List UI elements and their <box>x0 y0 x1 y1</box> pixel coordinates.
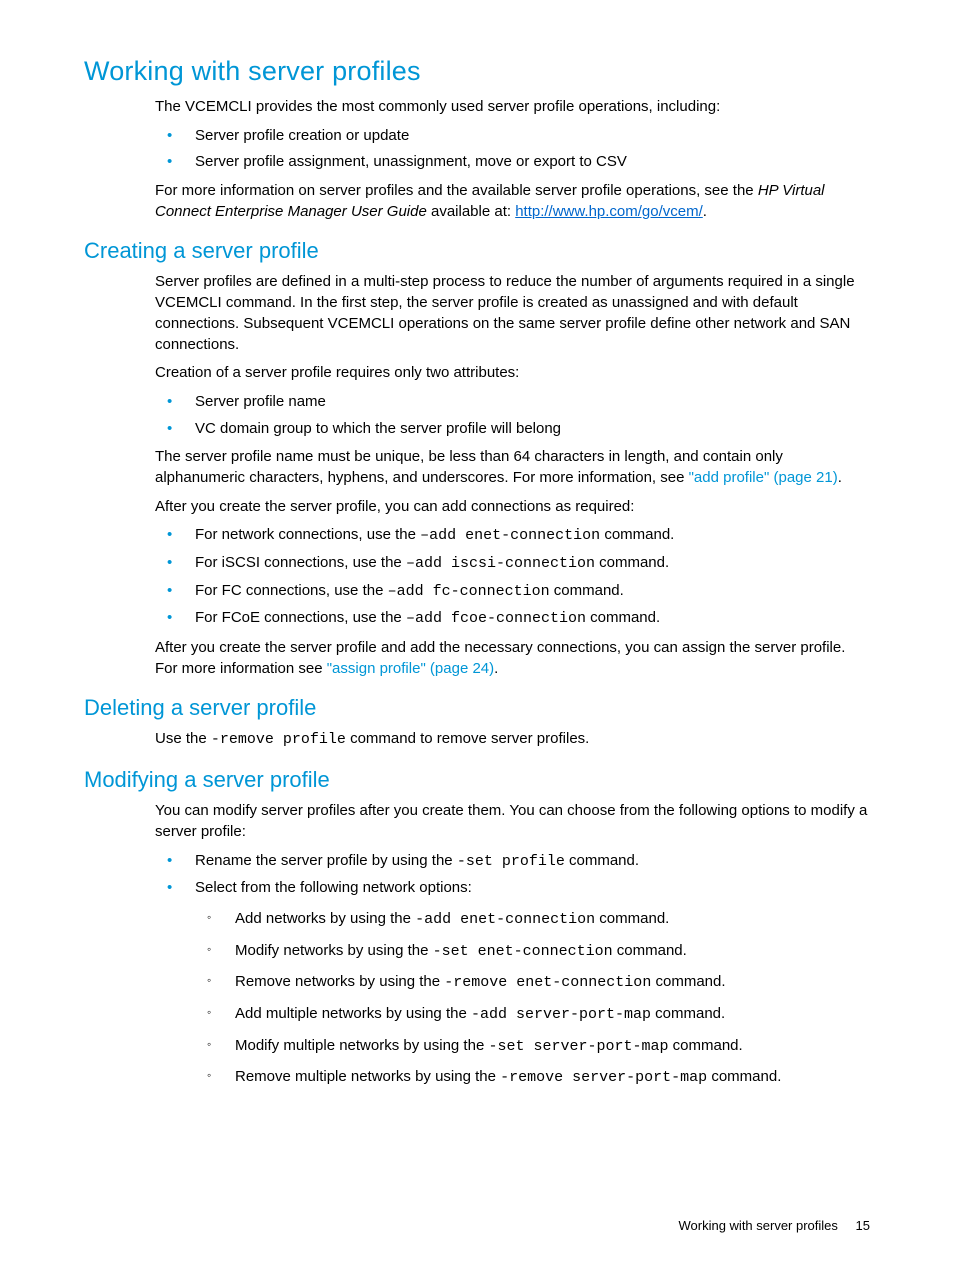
intro-bullets: Server profile creation or update Server… <box>155 126 870 173</box>
connection-bullets: For network connections, use the –add en… <box>155 525 870 630</box>
list-item: For FC connections, use the –add fc-conn… <box>155 581 870 603</box>
hp-vcem-link[interactable]: http://www.hp.com/go/vcem/ <box>515 203 703 220</box>
text: command to remove server profiles. <box>346 730 589 747</box>
text: Remove networks by using the <box>235 973 444 990</box>
text: . <box>703 203 707 220</box>
list-item: Server profile name <box>155 392 870 413</box>
deleting-heading: Deleting a server profile <box>84 695 870 721</box>
list-item: Remove networks by using the -remove ene… <box>195 972 870 994</box>
more-info: For more information on server profiles … <box>155 181 870 222</box>
list-item: For FCoE connections, use the –add fcoe-… <box>155 608 870 630</box>
modifying-heading: Modifying a server profile <box>84 767 870 793</box>
list-item: Rename the server profile by using the -… <box>155 851 870 873</box>
add-profile-xref[interactable]: "add profile" (page 21) <box>689 469 838 486</box>
list-item: For network connections, use the –add en… <box>155 525 870 547</box>
list-item: Remove multiple networks by using the -r… <box>195 1067 870 1089</box>
creating-attrs: Server profile name VC domain group to w… <box>155 392 870 439</box>
list-item: Add multiple networks by using the -add … <box>195 1004 870 1026</box>
command: -set enet-connection <box>433 943 613 960</box>
creating-heading: Creating a server profile <box>84 238 870 264</box>
page-number: 15 <box>856 1218 870 1233</box>
command: -add enet-connection <box>415 911 595 928</box>
network-options: Add networks by using the -add enet-conn… <box>195 909 870 1089</box>
assign-profile-xref[interactable]: "assign profile" (page 24) <box>327 660 494 677</box>
list-item: Select from the following network option… <box>155 878 870 1089</box>
text: available at: <box>427 203 515 220</box>
footer-section: Working with server profiles <box>678 1218 837 1233</box>
deleting-block: Use the -remove profile command to remov… <box>155 729 870 751</box>
list-item: Modify multiple networks by using the -s… <box>195 1036 870 1058</box>
deleting-text: Use the -remove profile command to remov… <box>155 729 870 751</box>
list-item: Server profile creation or update <box>155 126 870 147</box>
list-item: Server profile assignment, unassignment,… <box>155 152 870 173</box>
text: command. <box>595 910 669 927</box>
text: command. <box>668 1037 742 1054</box>
text: command. <box>651 973 725 990</box>
creating-block: Server profiles are defined in a multi-s… <box>155 272 870 679</box>
text: command. <box>613 942 687 959</box>
text: Add networks by using the <box>235 910 415 927</box>
text: For iSCSI connections, use the <box>195 554 406 571</box>
page-title: Working with server profiles <box>84 56 870 87</box>
assign-note: After you create the server profile and … <box>155 638 870 679</box>
list-item: Add networks by using the -add enet-conn… <box>195 909 870 931</box>
text: command. <box>707 1068 781 1085</box>
page-footer: Working with server profiles 15 <box>678 1218 870 1233</box>
text: For FC connections, use the <box>195 582 388 599</box>
text: command. <box>651 1005 725 1022</box>
text: For network connections, use the <box>195 526 420 543</box>
text: Remove multiple networks by using the <box>235 1068 500 1085</box>
command: -remove profile <box>211 731 346 748</box>
list-item: For iSCSI connections, use the –add iscs… <box>155 553 870 575</box>
command: -set server-port-map <box>488 1038 668 1055</box>
creating-p1: Server profiles are defined in a multi-s… <box>155 272 870 355</box>
command: -add server-port-map <box>471 1006 651 1023</box>
page: Working with server profiles The VCEMCLI… <box>0 0 954 1271</box>
text: . <box>838 469 842 486</box>
text: After you create the server profile and … <box>155 639 845 677</box>
text: Use the <box>155 730 211 747</box>
command: –add iscsi-connection <box>406 555 595 572</box>
text: command. <box>600 526 674 543</box>
text: Rename the server profile by using the <box>195 852 457 869</box>
after-create: After you create the server profile, you… <box>155 497 870 518</box>
creating-p2: Creation of a server profile requires on… <box>155 363 870 384</box>
text: command. <box>595 554 669 571</box>
command: –add fc-connection <box>388 583 550 600</box>
text: Modify multiple networks by using the <box>235 1037 488 1054</box>
text: Add multiple networks by using the <box>235 1005 471 1022</box>
text: command. <box>565 852 639 869</box>
text: Select from the following network option… <box>195 879 472 896</box>
text: Modify networks by using the <box>235 942 433 959</box>
command: –add fcoe-connection <box>406 610 586 627</box>
modifying-block: You can modify server profiles after you… <box>155 801 870 1089</box>
text: command. <box>550 582 624 599</box>
command: -remove server-port-map <box>500 1069 707 1086</box>
intro-block: The VCEMCLI provides the most commonly u… <box>155 97 870 222</box>
list-item: VC domain group to which the server prof… <box>155 419 870 440</box>
text: For more information on server profiles … <box>155 182 758 199</box>
modifying-intro: You can modify server profiles after you… <box>155 801 870 842</box>
command: -remove enet-connection <box>444 974 651 991</box>
intro-text: The VCEMCLI provides the most commonly u… <box>155 97 870 118</box>
modifying-bullets: Rename the server profile by using the -… <box>155 851 870 1090</box>
text: command. <box>586 609 660 626</box>
command: -set profile <box>457 853 565 870</box>
text: For FCoE connections, use the <box>195 609 406 626</box>
name-rule: The server profile name must be unique, … <box>155 447 870 488</box>
text: . <box>494 660 498 677</box>
list-item: Modify networks by using the -set enet-c… <box>195 941 870 963</box>
command: –add enet-connection <box>420 527 600 544</box>
